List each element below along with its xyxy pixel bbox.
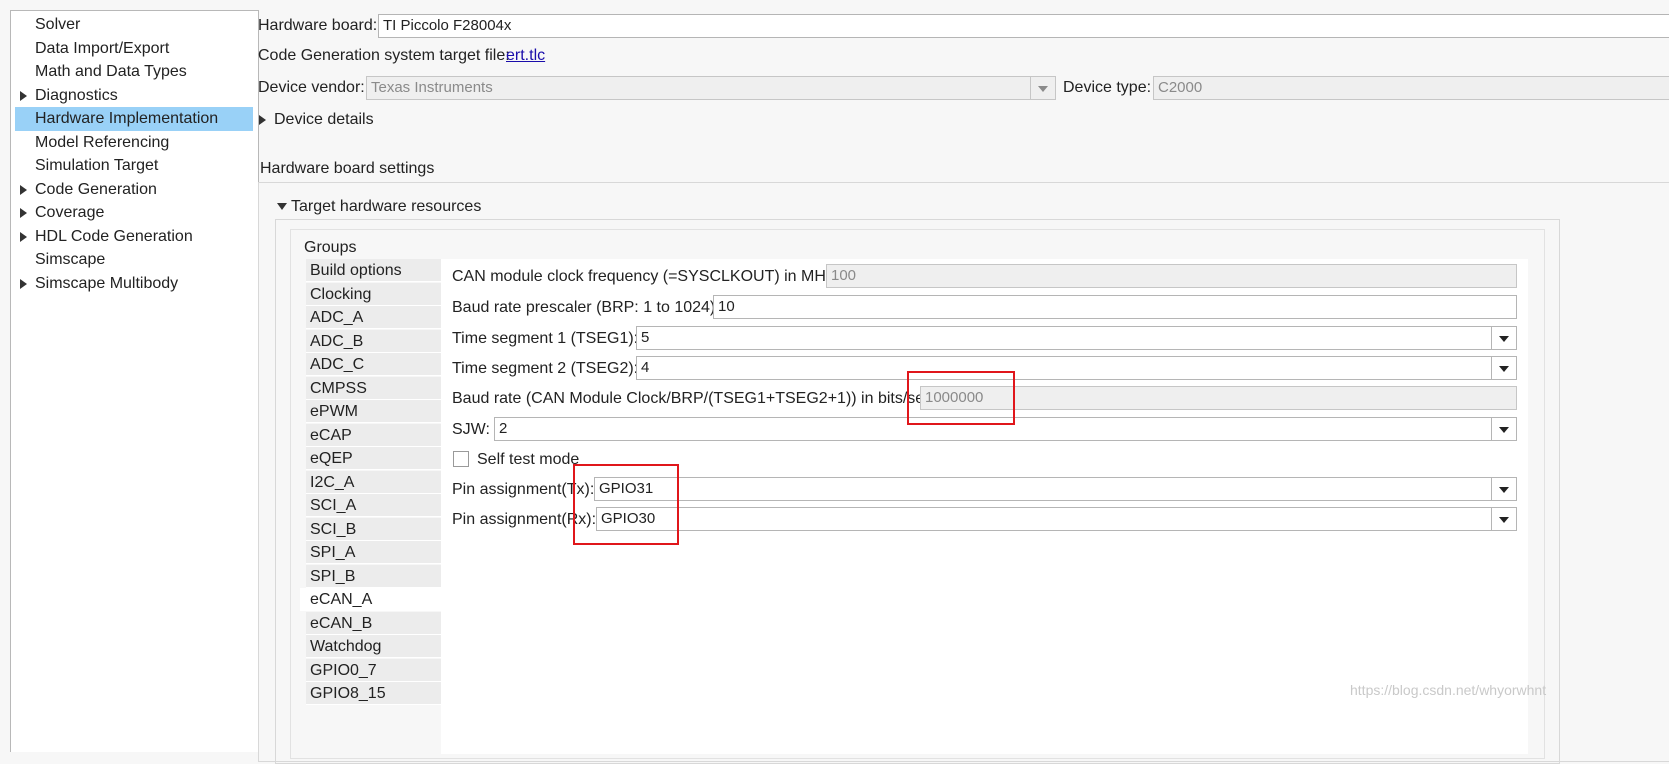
target-resources-toggle[interactable]: Target hardware resources (277, 197, 481, 217)
tree-item-label: Math and Data Types (35, 63, 187, 80)
chevron-down-icon (1030, 77, 1055, 99)
tree-item-label: Simscape Multibody (35, 274, 179, 292)
rx-pin-select[interactable]: GPIO30 (596, 507, 1517, 531)
prescaler-label: Baud rate prescaler (BRP: 1 to 1024): (452, 299, 720, 316)
group-item-sci-a[interactable]: SCI_A (306, 494, 441, 517)
tseg1-select[interactable]: 5 (636, 326, 1517, 350)
group-item-adc-c[interactable]: ADC_C (306, 353, 441, 376)
device-vendor-value: Texas Instruments (371, 79, 493, 96)
group-item-spi-b[interactable]: SPI_B (306, 564, 441, 588)
hardware-board-label: Hardware board: (258, 17, 378, 34)
tree-item-label: Simulation Target (35, 157, 159, 174)
group-item-spi-a[interactable]: SPI_A (306, 541, 441, 564)
tree-item-label: Code Generation (35, 180, 157, 198)
board-settings-title: Hardware board settings (260, 160, 435, 177)
can-clock-value: 100 (831, 267, 857, 284)
tseg2-label: Time segment 2 (TSEG2): (452, 360, 639, 377)
device-type-label: Device type: (1063, 79, 1152, 96)
annotation-box-baud (907, 371, 1015, 425)
device-details-toggle[interactable]: Device details (259, 110, 374, 130)
tree-item-label: Hardware Implementation (35, 110, 219, 127)
device-type-value: C2000 (1158, 79, 1203, 96)
tseg2-value: 4 (641, 359, 650, 376)
chevron-down-icon[interactable] (1491, 478, 1516, 500)
tree-item-coverage[interactable]: Coverage (15, 201, 253, 225)
group-item-eqep[interactable]: eQEP (306, 447, 441, 470)
tree-item-label: Simscape (35, 251, 106, 268)
chevron-down-icon[interactable] (1491, 418, 1516, 440)
tree-item-data-import-export[interactable]: Data Import/Export (15, 37, 253, 61)
tseg1-label: Time segment 1 (TSEG1): (452, 330, 639, 347)
tree-item-label: Data Import/Export (35, 39, 170, 57)
expand-triangle-icon[interactable] (20, 184, 27, 195)
tree-item-label: HDL Code Generation (35, 227, 193, 245)
tree-item-simulation-target[interactable]: Simulation Target (15, 154, 253, 178)
self-test-label: Self test mode (477, 451, 580, 468)
group-item-adc-a[interactable]: ADC_A (306, 306, 441, 329)
group-item-watchdog[interactable]: Watchdog (306, 635, 441, 658)
tree-item-hardware-implementation[interactable]: Hardware Implementation (15, 107, 253, 131)
group-item-gpio8-15[interactable]: GPIO8_15 (306, 682, 441, 705)
hardware-board-value: TI Piccolo F28004x (383, 17, 512, 34)
group-item-ecap[interactable]: eCAP (306, 423, 441, 447)
chevron-down-icon[interactable] (1491, 508, 1516, 530)
group-item-adc-b[interactable]: ADC_B (306, 329, 441, 353)
group-item-build-options[interactable]: Build options (306, 259, 441, 282)
target-file-label: Code Generation system target file: (258, 47, 510, 64)
hardware-board-select[interactable]: TI Piccolo F28004x (378, 14, 1669, 38)
baud-rate-label: Baud rate (CAN Module Clock/BRP/(TSEG1+T… (452, 390, 937, 407)
tseg2-select[interactable]: 4 (636, 356, 1517, 380)
tree-item-solver[interactable]: Solver (15, 13, 253, 37)
expand-triangle-icon[interactable] (20, 231, 27, 242)
device-vendor-select[interactable]: Texas Instruments (366, 76, 1056, 100)
chevron-down-icon[interactable] (1491, 327, 1516, 349)
device-type-select[interactable]: C2000 (1153, 76, 1669, 100)
tree-item-model-referencing[interactable]: Model Referencing (15, 131, 253, 155)
can-clock-label: CAN module clock frequency (=SYSCLKOUT) … (452, 268, 839, 285)
collapse-triangle-icon (277, 203, 287, 211)
group-item-sci-b[interactable]: SCI_B (306, 517, 441, 541)
tree-item-code-generation[interactable]: Code Generation (15, 178, 253, 202)
device-vendor-label: Device vendor: (258, 79, 365, 96)
tree-item-label: Model Referencing (35, 133, 170, 151)
tree-item-label: Coverage (35, 204, 105, 221)
config-tree: Solver Data Import/Export Math and Data Ty… (10, 10, 259, 752)
can-clock-input[interactable]: 100 (826, 264, 1517, 288)
group-item-i2c-a[interactable]: I2C_A (306, 470, 441, 494)
expand-triangle-icon (259, 114, 266, 125)
annotation-box-pins (573, 464, 679, 545)
expand-triangle-icon[interactable] (20, 278, 27, 289)
chevron-down-icon[interactable] (1491, 357, 1516, 379)
group-item-ecan-a[interactable]: eCAN_A (300, 588, 441, 611)
tx-pin-select[interactable]: GPIO31 (594, 477, 1517, 501)
tree-item-hdl-code-generation[interactable]: HDL Code Generation (15, 225, 253, 249)
tree-item-label: Solver (35, 16, 81, 33)
tseg1-value: 5 (641, 329, 650, 346)
tree-item-math-and-data-types[interactable]: Math and Data Types (15, 60, 253, 84)
watermark: https://blog.csdn.net/whyorwhnt (1350, 682, 1547, 698)
target-resources-label: Target hardware resources (291, 198, 482, 215)
device-details-label: Device details (274, 111, 374, 128)
tree-item-label: Diagnostics (35, 86, 118, 104)
expand-triangle-icon[interactable] (20, 90, 27, 101)
prescaler-value: 10 (718, 298, 735, 315)
prescaler-input[interactable]: 10 (713, 295, 1517, 319)
tree-item-simscape-multibody[interactable]: Simscape Multibody (15, 272, 253, 296)
tree-item-simscape[interactable]: Simscape (15, 248, 253, 272)
group-item-clocking[interactable]: Clocking (306, 282, 441, 306)
group-item-gpio0-7[interactable]: GPIO0_7 (306, 658, 441, 682)
group-item-epwm[interactable]: ePWM (306, 400, 441, 423)
tree-item-diagnostics[interactable]: Diagnostics (15, 84, 253, 108)
sjw-label: SJW: (452, 421, 490, 438)
self-test-checkbox[interactable] (453, 451, 469, 467)
sjw-value: 2 (499, 420, 508, 437)
group-item-ecan-b[interactable]: eCAN_B (306, 611, 441, 635)
expand-triangle-icon[interactable] (20, 208, 27, 218)
target-file-link[interactable]: ert.tlc (506, 46, 545, 66)
group-item-cmpss[interactable]: CMPSS (306, 376, 441, 400)
